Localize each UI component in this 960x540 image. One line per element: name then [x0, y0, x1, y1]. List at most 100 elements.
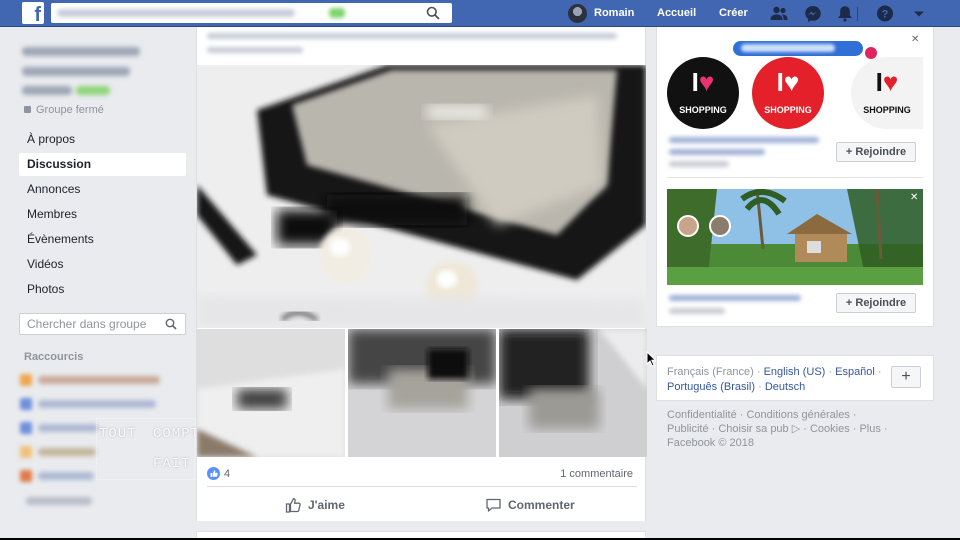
lock-icon — [24, 106, 31, 113]
nav-home-link[interactable]: Accueil — [657, 0, 696, 27]
mouse-cursor-icon — [646, 351, 656, 367]
dropdown-icon[interactable] — [910, 5, 928, 22]
group-search-input[interactable]: Chercher dans groupe — [19, 313, 186, 335]
thumbnail-photo — [348, 329, 496, 457]
avatar[interactable] — [568, 4, 587, 23]
like-button[interactable]: J'aime — [285, 497, 345, 513]
suggested-group-name-blurred[interactable] — [669, 295, 801, 301]
group-privacy-status: Groupe fermé — [24, 104, 104, 116]
beach-hut-photo — [667, 189, 923, 285]
shop-cover-art: I♥ — [776, 67, 800, 97]
group-post: 4 1 commentaire J'aime Commenter — [196, 27, 647, 521]
close-icon[interactable]: ✕ — [910, 192, 918, 203]
sidebar-item-events[interactable]: Évènements — [19, 228, 186, 251]
shortcut-item-blurred[interactable] — [38, 376, 160, 384]
group-name-blurred — [22, 67, 130, 76]
group-privacy-label: Groupe fermé — [36, 104, 104, 116]
sidebar-item-members[interactable]: Membres — [19, 203, 186, 226]
search-icon[interactable] — [165, 318, 177, 330]
group-name-blurred — [22, 86, 72, 95]
join-group-button[interactable]: + Rejoindre — [836, 293, 916, 313]
shortcut-item-blurred[interactable] — [38, 400, 156, 408]
comment-label: Commenter — [508, 498, 575, 512]
shop-label: SHOPPING — [764, 105, 812, 115]
shortcut-item-blurred[interactable] — [38, 472, 94, 480]
shop-cover-art: I♥ — [875, 67, 899, 97]
footer-copyright: Facebook © 2018 — [667, 437, 754, 449]
group-cover-beach[interactable]: ✕ — [667, 189, 923, 285]
post-thumbnail[interactable] — [499, 329, 647, 457]
card-divider — [667, 177, 923, 178]
shortcut-icon[interactable] — [20, 422, 32, 434]
group-name-blurred — [22, 47, 140, 56]
help-icon[interactable]: ? — [876, 5, 894, 22]
notification-dot-icon — [865, 47, 877, 59]
watermark-frame — [96, 418, 196, 480]
thumbnail-photo — [499, 329, 647, 457]
notifications-icon[interactable] — [836, 5, 854, 22]
shortcut-icon[interactable] — [20, 398, 32, 410]
more-languages-button[interactable]: + — [891, 366, 921, 388]
search-query-badge-blurred — [329, 8, 345, 18]
language-link[interactable]: Deutsch — [765, 381, 805, 393]
messenger-icon[interactable] — [804, 5, 822, 22]
group-search-placeholder: Chercher dans groupe — [27, 317, 147, 331]
post-main-photo[interactable] — [197, 65, 646, 328]
group-cover-shopping[interactable]: I♥ SHOPPING — [752, 57, 824, 129]
facebook-logo[interactable]: f — [22, 2, 44, 24]
footer-links: Confidentialité · Conditions générales ·… — [667, 408, 937, 450]
post-thumbnail[interactable] — [348, 329, 496, 457]
top-navigation-bar: f Romain Accueil Créer ? — [0, 0, 960, 27]
footer-line[interactable]: Publicité · Choisir sa pub ▷ · Cookies ·… — [667, 422, 937, 436]
sidebar-item-announcements[interactable]: Annonces — [19, 178, 186, 201]
post-thumbnail[interactable] — [197, 329, 345, 457]
shortcut-see-more-blurred[interactable] — [26, 497, 92, 505]
channel-watermark: TOUT COMPTE FAIT — [96, 418, 208, 480]
thumbnail-photo — [197, 329, 345, 457]
post-divider — [207, 486, 637, 487]
suggested-groups-card: ✕ I♥ SHOPPING I♥ SHOPPING I♥ SHOPPING + … — [656, 27, 934, 327]
search-query-blurred — [57, 9, 295, 17]
sidebar-item-photos[interactable]: Photos — [19, 278, 186, 301]
reactions-summary[interactable]: 4 — [207, 467, 230, 480]
friend-requests-icon[interactable] — [770, 5, 788, 22]
nav-profile-link[interactable]: Romain — [594, 0, 634, 27]
nav-create-link[interactable]: Créer — [719, 0, 748, 27]
sidebar-item-about[interactable]: À propos — [19, 128, 186, 151]
suggested-group-members-blurred — [669, 308, 725, 314]
jewelry-box-photo — [197, 65, 646, 328]
svg-text:?: ? — [882, 9, 889, 21]
comments-count-link[interactable]: 1 commentaire — [560, 468, 633, 480]
post-text-blurred — [207, 33, 617, 39]
shortcut-item-blurred[interactable] — [38, 448, 96, 456]
shop-label: SHOPPING — [863, 105, 911, 115]
comment-button[interactable]: Commenter — [485, 497, 575, 513]
promo-banner[interactable] — [733, 41, 863, 56]
shortcut-icon[interactable] — [20, 374, 32, 386]
sidebar-item-videos[interactable]: Vidéos — [19, 253, 186, 276]
member-avatar — [677, 215, 699, 237]
shortcut-icon[interactable] — [20, 446, 32, 458]
suggested-group-name-blurred[interactable] — [669, 149, 765, 155]
footer-line[interactable]: Confidentialité · Conditions générales · — [667, 408, 937, 422]
close-icon[interactable]: ✕ — [911, 34, 919, 45]
search-icon[interactable] — [426, 6, 440, 20]
language-link[interactable]: Español — [835, 366, 875, 378]
language-link[interactable]: Português (Brasil) — [667, 381, 755, 393]
shortcut-item-blurred[interactable] — [38, 424, 98, 432]
sidebar-item-discussion[interactable]: Discussion — [19, 153, 186, 176]
post-text-blurred — [207, 47, 303, 53]
search-input[interactable] — [51, 3, 452, 23]
suggested-group-members-blurred — [669, 161, 729, 167]
suggested-group-name-blurred[interactable] — [669, 137, 819, 143]
join-group-button[interactable]: + Rejoindre — [836, 142, 916, 162]
group-name-badge-blurred — [76, 86, 110, 95]
member-avatar — [709, 215, 731, 237]
shortcut-icon[interactable] — [20, 470, 32, 482]
language-selector-card: Français (France) · English (US) · Españ… — [656, 355, 934, 401]
group-cover-shopping[interactable]: I♥ SHOPPING — [667, 57, 739, 129]
language-link[interactable]: English (US) — [764, 366, 826, 378]
topbar-divider — [857, 7, 858, 21]
shop-cover-art: I♥ — [691, 67, 715, 97]
group-cover-shopping[interactable]: I♥ SHOPPING — [851, 57, 923, 129]
